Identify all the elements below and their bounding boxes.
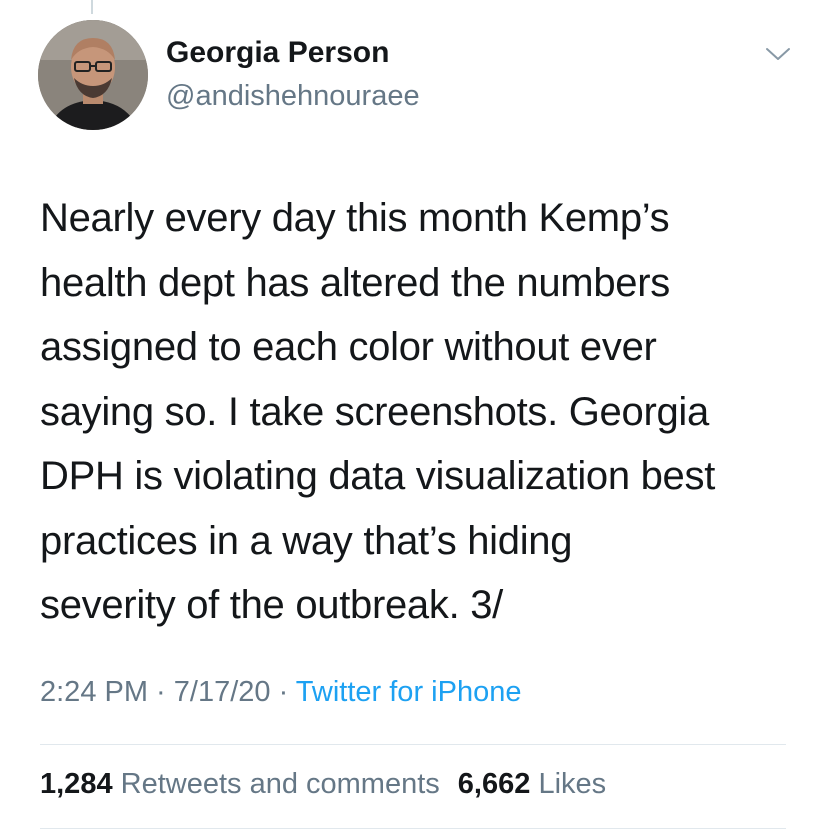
likes-stat[interactable]: 6,662 Likes bbox=[458, 768, 606, 800]
tweet-time[interactable]: 2:24 PM bbox=[40, 676, 148, 708]
author-handle[interactable]: @andishehnouraee bbox=[166, 80, 420, 113]
retweets-stat[interactable]: 1,284 Retweets and comments bbox=[40, 768, 440, 800]
divider bbox=[40, 744, 786, 745]
retweets-label: Retweets and comments bbox=[120, 768, 440, 800]
tweet-source-link[interactable]: Twitter for iPhone bbox=[296, 676, 522, 708]
meta-separator: · bbox=[270, 676, 296, 708]
author-display-name[interactable]: Georgia Person bbox=[166, 36, 389, 70]
meta-separator: · bbox=[148, 676, 174, 708]
tweet-date[interactable]: 7/17/20 bbox=[174, 676, 271, 708]
likes-count: 6,662 bbox=[457, 768, 531, 800]
avatar-image bbox=[38, 20, 148, 130]
chevron-down-icon[interactable] bbox=[764, 44, 792, 64]
thread-connector-line bbox=[91, 0, 93, 14]
retweets-count: 1,284 bbox=[40, 768, 113, 800]
tweet-stats: 1,284 Retweets and comments 6,662 Likes bbox=[40, 768, 606, 801]
divider bbox=[40, 828, 786, 829]
tweet-text: Nearly every day this month Kemp’s healt… bbox=[40, 196, 716, 627]
tweet-metadata: 2:24 PM · 7/17/20 · Twitter for iPhone bbox=[40, 676, 521, 709]
likes-label: Likes bbox=[538, 768, 607, 800]
avatar[interactable] bbox=[38, 20, 148, 130]
